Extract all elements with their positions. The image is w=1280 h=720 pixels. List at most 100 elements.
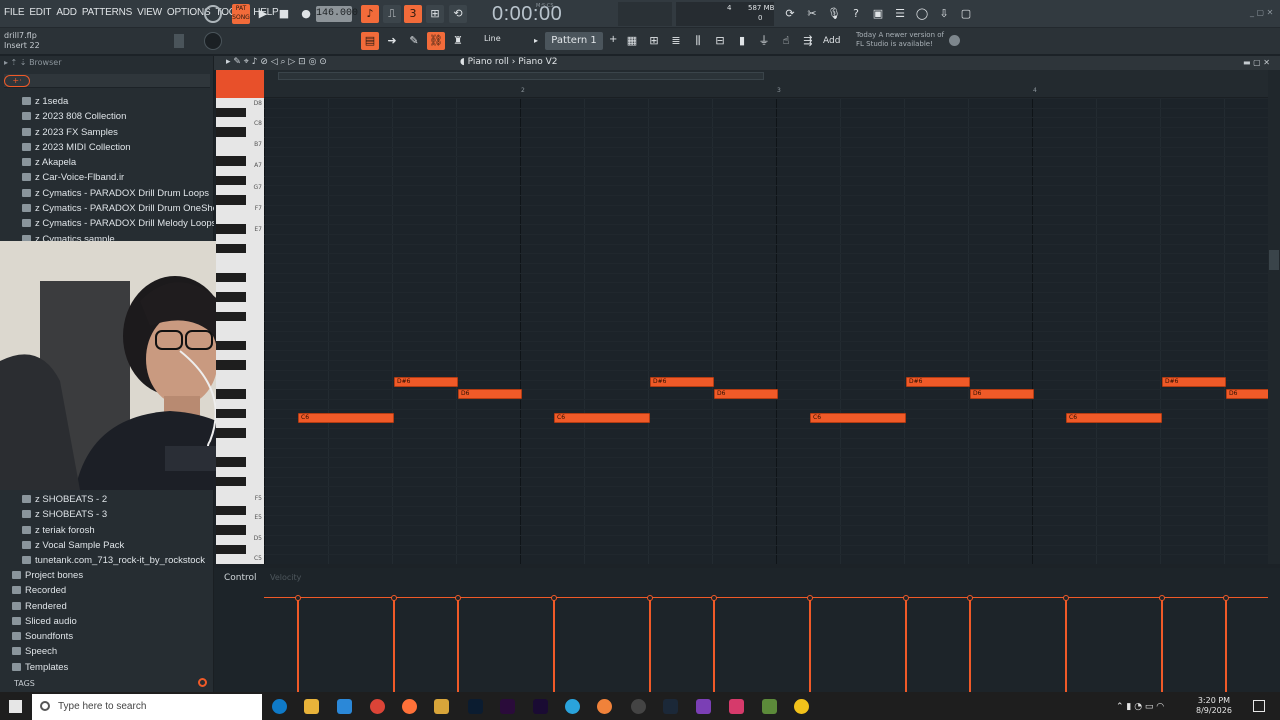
velocity-handle[interactable] bbox=[455, 595, 461, 601]
save-icon[interactable]: ▣ bbox=[869, 5, 887, 23]
windows-start-icon[interactable] bbox=[9, 700, 22, 713]
pattern-selector[interactable]: Pattern 1 bbox=[545, 32, 603, 50]
velocity-handle[interactable] bbox=[647, 595, 653, 601]
piano-roll-window-controls[interactable]: ▬ ▢ ✕ bbox=[1243, 58, 1270, 67]
app-yellow-icon[interactable] bbox=[794, 699, 809, 714]
help-icon[interactable]: ? bbox=[847, 5, 865, 23]
velocity-bar[interactable] bbox=[393, 598, 395, 692]
midi-note[interactable]: D#6 bbox=[906, 377, 970, 387]
download-icon[interactable]: ⇩ bbox=[935, 5, 953, 23]
tool-mode-label[interactable]: Line bbox=[484, 34, 501, 43]
playlist-icon[interactable]: ▦ bbox=[623, 32, 641, 50]
midi-note[interactable]: D6 bbox=[970, 389, 1034, 399]
chat-icon[interactable]: ◯ bbox=[913, 5, 931, 23]
velocity-handle[interactable] bbox=[295, 595, 301, 601]
loop-record-button[interactable]: ⟲ bbox=[449, 5, 467, 23]
telegram-icon[interactable] bbox=[565, 699, 580, 714]
menu-patterns[interactable]: PATTERNS bbox=[82, 7, 132, 18]
browser-item[interactable]: z Cymatics - PARADOX Drill Drum OneShots bbox=[0, 201, 214, 216]
velocity-handle[interactable] bbox=[1159, 595, 1165, 601]
edge-icon[interactable] bbox=[272, 699, 287, 714]
cut-icon[interactable]: ✂ bbox=[803, 5, 821, 23]
menu-edit[interactable]: EDIT bbox=[29, 7, 51, 18]
piano-keyboard[interactable]: D8 C8 B7 A7 G7 F7 E7 F5 E5 D5 C5 bbox=[216, 98, 264, 564]
control-label[interactable]: Control bbox=[224, 573, 257, 583]
capture-icon[interactable]: ⇶ bbox=[799, 32, 817, 50]
piano-roll-tools[interactable]: ▸ ✎ ⌖ ♪ ⊘ ◁ ⌕ ▷ ⊡ ◎ ⊙ bbox=[226, 57, 327, 67]
velocity-handle[interactable] bbox=[1223, 595, 1229, 601]
velocity-handle[interactable] bbox=[551, 595, 557, 601]
browser-item[interactable]: z 2023 808 Collection bbox=[0, 109, 214, 124]
velocity-handle[interactable] bbox=[807, 595, 813, 601]
midi-note[interactable]: D6 bbox=[458, 389, 522, 399]
black-key[interactable] bbox=[216, 127, 246, 137]
control-param[interactable]: Velocity bbox=[270, 573, 301, 582]
mic-icon[interactable]: 🎙 bbox=[825, 5, 843, 23]
step-edit-button[interactable]: ⊞ bbox=[426, 5, 444, 23]
wait-input-button[interactable]: ⎍ bbox=[383, 5, 401, 23]
midi-note[interactable]: C6 bbox=[810, 413, 906, 423]
black-key[interactable] bbox=[216, 224, 246, 234]
black-key[interactable] bbox=[216, 107, 246, 118]
black-key[interactable] bbox=[216, 156, 246, 166]
velocity-bar[interactable] bbox=[713, 598, 715, 692]
velocity-handle[interactable] bbox=[967, 595, 973, 601]
browser-icon[interactable]: ⊟ bbox=[711, 32, 729, 50]
play-button[interactable]: ▶ bbox=[254, 5, 272, 23]
minecraft-icon[interactable] bbox=[762, 699, 777, 714]
pat-song-toggle[interactable]: PAT SONG bbox=[232, 4, 250, 24]
countdown-button[interactable]: 3 bbox=[404, 5, 422, 23]
browser-folder[interactable]: Speech bbox=[0, 644, 214, 659]
after-effects-icon[interactable] bbox=[533, 699, 548, 714]
midi-note[interactable]: D6 bbox=[714, 389, 778, 399]
velocity-bar[interactable] bbox=[1161, 598, 1163, 692]
fl-studio-icon[interactable] bbox=[597, 699, 612, 714]
midi-note[interactable]: D#6 bbox=[394, 377, 458, 387]
black-key[interactable] bbox=[216, 243, 246, 254]
master-volume-display[interactable] bbox=[618, 2, 672, 26]
midi-note[interactable]: D#6 bbox=[650, 377, 714, 387]
record-button[interactable]: ● bbox=[297, 5, 315, 23]
tempo-display[interactable]: 146.000 bbox=[316, 6, 358, 22]
firefox-icon[interactable] bbox=[402, 699, 417, 714]
velocity-bar[interactable] bbox=[1225, 598, 1227, 692]
mixer-icon[interactable]: ☰ bbox=[891, 5, 909, 23]
browser-item[interactable]: z Cymatics - PARADOX Drill Melody Loops bbox=[0, 216, 214, 231]
browser-item[interactable]: tunetank.com_713_rock-it_by_rockstock bbox=[0, 553, 214, 568]
app-icon[interactable] bbox=[434, 699, 449, 714]
piano-roll-zoom-corner[interactable] bbox=[216, 70, 264, 98]
metronome-button[interactable]: ♪ bbox=[361, 5, 379, 23]
black-key[interactable] bbox=[216, 457, 246, 467]
black-key[interactable] bbox=[216, 408, 246, 419]
velocity-handle[interactable] bbox=[1063, 595, 1069, 601]
black-key[interactable] bbox=[216, 544, 246, 555]
menu-add[interactable]: ADD bbox=[56, 7, 77, 18]
add-pattern-icon[interactable]: + bbox=[609, 34, 617, 45]
browser-folder[interactable]: Sliced audio bbox=[0, 614, 214, 629]
app-g-icon[interactable] bbox=[729, 699, 744, 714]
black-key[interactable] bbox=[216, 272, 246, 283]
taskbar-clock[interactable]: 3:20 PM 8/9/2026 bbox=[1196, 696, 1232, 716]
velocity-bar[interactable] bbox=[969, 598, 971, 692]
browser-item[interactable]: z Cymatics - PARADOX Drill Drum Loops bbox=[0, 186, 214, 201]
velocity-bar[interactable] bbox=[905, 598, 907, 692]
browser-item[interactable]: z teriak forosh bbox=[0, 523, 214, 538]
touch-icon[interactable]: ☝ bbox=[777, 32, 795, 50]
browser-filter-bar[interactable] bbox=[4, 74, 210, 88]
velocity-handle[interactable] bbox=[711, 595, 717, 601]
browser-folder[interactable]: Rendered bbox=[0, 599, 214, 614]
pencil-icon[interactable]: ✎ bbox=[405, 32, 423, 50]
piano-roll-icon[interactable]: ⊞ bbox=[645, 32, 663, 50]
browser-folder[interactable]: Soundfonts bbox=[0, 629, 214, 644]
black-key[interactable] bbox=[216, 195, 246, 205]
timeline-ruler[interactable]: 2 3 4 bbox=[264, 70, 1268, 98]
browser-all-filter[interactable]: +· bbox=[4, 75, 30, 87]
master-pitch-knob[interactable] bbox=[204, 32, 222, 50]
velocity-handle[interactable] bbox=[391, 595, 397, 601]
midi-note[interactable]: C6 bbox=[554, 413, 650, 423]
plugin-picker-icon[interactable]: ⏚ bbox=[755, 32, 773, 50]
black-key[interactable] bbox=[216, 360, 246, 370]
black-key[interactable] bbox=[216, 311, 246, 322]
chrome-icon[interactable] bbox=[370, 699, 385, 714]
piano-roll-snap-icon[interactable]: ▤ bbox=[361, 32, 379, 50]
